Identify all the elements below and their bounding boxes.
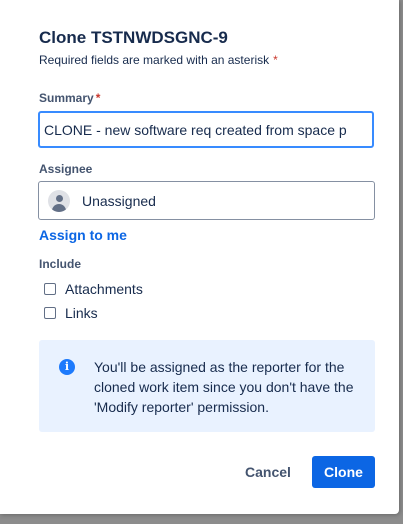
info-message-text: You'll be assigned as the reporter for t… — [94, 359, 354, 415]
assign-to-me-link[interactable]: Assign to me — [39, 227, 127, 243]
info-icon: i — [59, 359, 75, 375]
links-label: Links — [65, 305, 98, 321]
reporter-info-message: i You'll be assigned as the reporter for… — [39, 340, 375, 432]
unassigned-avatar-icon — [48, 189, 70, 212]
summary-required-asterisk: * — [95, 91, 101, 105]
summary-input[interactable] — [38, 111, 374, 148]
attachments-label: Attachments — [65, 281, 143, 297]
summary-label-text: Summary — [39, 91, 94, 105]
assignee-select[interactable]: Unassigned — [38, 181, 375, 220]
cancel-button[interactable]: Cancel — [236, 456, 300, 488]
clone-dialog: Clone TSTNWDSGNC-9 Required fields are m… — [0, 0, 399, 514]
dialog-title: Clone TSTNWDSGNC-9 — [39, 28, 228, 47]
links-checkbox[interactable] — [44, 307, 56, 319]
summary-label: Summary * — [39, 91, 100, 105]
attachments-option[interactable]: Attachments — [44, 281, 143, 297]
assignee-value: Unassigned — [82, 192, 156, 209]
required-asterisk: * — [273, 53, 278, 67]
links-option[interactable]: Links — [44, 305, 98, 321]
required-note-text: Required fields are marked with an aster… — [39, 53, 270, 67]
required-fields-note: Required fields are marked with an aster… — [39, 53, 278, 67]
include-label: Include — [39, 257, 82, 271]
clone-button[interactable]: Clone — [312, 456, 375, 488]
attachments-checkbox[interactable] — [44, 283, 56, 295]
assignee-label: Assignee — [39, 162, 93, 176]
